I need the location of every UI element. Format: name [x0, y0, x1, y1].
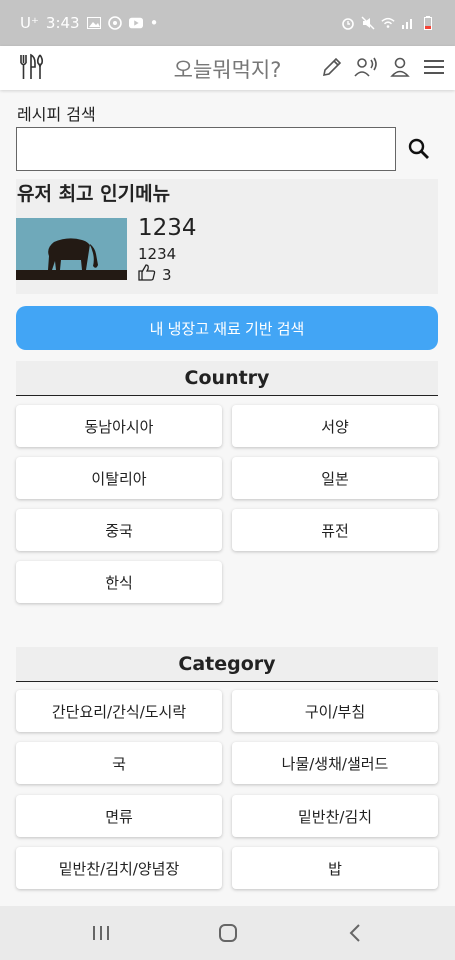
category-button[interactable]: 구이/부침 [232, 690, 438, 732]
country-button[interactable]: 일본 [232, 457, 438, 499]
back-icon[interactable] [342, 920, 368, 946]
popular-name: 1234 [138, 215, 197, 241]
category-button[interactable]: 면류 [16, 795, 222, 837]
app-header: 오늘뭐먹지? [0, 46, 455, 90]
system-nav-bar [0, 906, 455, 960]
category-button[interactable]: 밥 [232, 847, 438, 889]
category-button[interactable]: 간단요리/간식/도시락 [16, 690, 222, 732]
thumbs-up-icon[interactable] [138, 264, 156, 285]
wifi-icon [381, 16, 395, 30]
time-label: 3:43 [45, 14, 80, 32]
category-button[interactable]: 국 [16, 742, 222, 784]
utensils-icon[interactable] [18, 53, 44, 81]
pencil-icon[interactable] [319, 52, 345, 82]
category-button[interactable]: 밑반찬/김치/양념장 [16, 847, 222, 889]
search-label: 레시피 검색 [17, 105, 96, 124]
alarm-icon [341, 16, 355, 30]
search-icon[interactable] [402, 132, 436, 166]
popular-title: 유저 최고 인기메뉴 [17, 183, 171, 205]
popular-subtitle: 1234 [138, 245, 177, 263]
home-icon[interactable] [215, 920, 241, 946]
country-button[interactable]: 한식 [16, 561, 222, 603]
fridge-search-button[interactable]: 내 냉장고 재료 기반 검색 [16, 306, 438, 350]
popular-menu-card[interactable]: 유저 최고 인기메뉴 1234 1234 3 [16, 179, 438, 294]
notification-dot: • [149, 14, 159, 32]
menu-icon[interactable] [421, 52, 447, 82]
header-actions [319, 52, 447, 82]
country-button[interactable]: 서양 [232, 405, 438, 447]
user-icon[interactable] [387, 52, 413, 82]
country-button[interactable]: 동남아시아 [16, 405, 222, 447]
status-bar: U⁺ 3:43 • [0, 0, 455, 46]
signal-icon [401, 16, 415, 30]
category-button[interactable]: 나물/생채/샐러드 [232, 742, 438, 784]
likes-count: 3 [162, 265, 172, 284]
carrier-label: U⁺ [20, 14, 39, 32]
recent-apps-icon[interactable] [88, 920, 114, 946]
status-left: U⁺ 3:43 • [20, 14, 158, 32]
voice-icon[interactable] [353, 52, 379, 82]
country-button[interactable]: 이탈리아 [16, 457, 222, 499]
country-button[interactable]: 퓨전 [232, 509, 438, 551]
youtube-icon [128, 16, 143, 30]
battery-icon [421, 16, 435, 30]
search-input[interactable] [16, 127, 396, 171]
gallery-icon [86, 16, 101, 30]
country-header: Country [16, 361, 438, 396]
popular-thumbnail[interactable] [16, 218, 127, 280]
sync-icon [107, 16, 122, 30]
country-button[interactable]: 중국 [16, 509, 222, 551]
likes-row: 3 [138, 264, 172, 285]
status-right [341, 16, 435, 30]
category-header: Category [16, 647, 438, 682]
category-button[interactable]: 밑반찬/김치 [232, 795, 438, 837]
mute-icon [361, 16, 375, 30]
